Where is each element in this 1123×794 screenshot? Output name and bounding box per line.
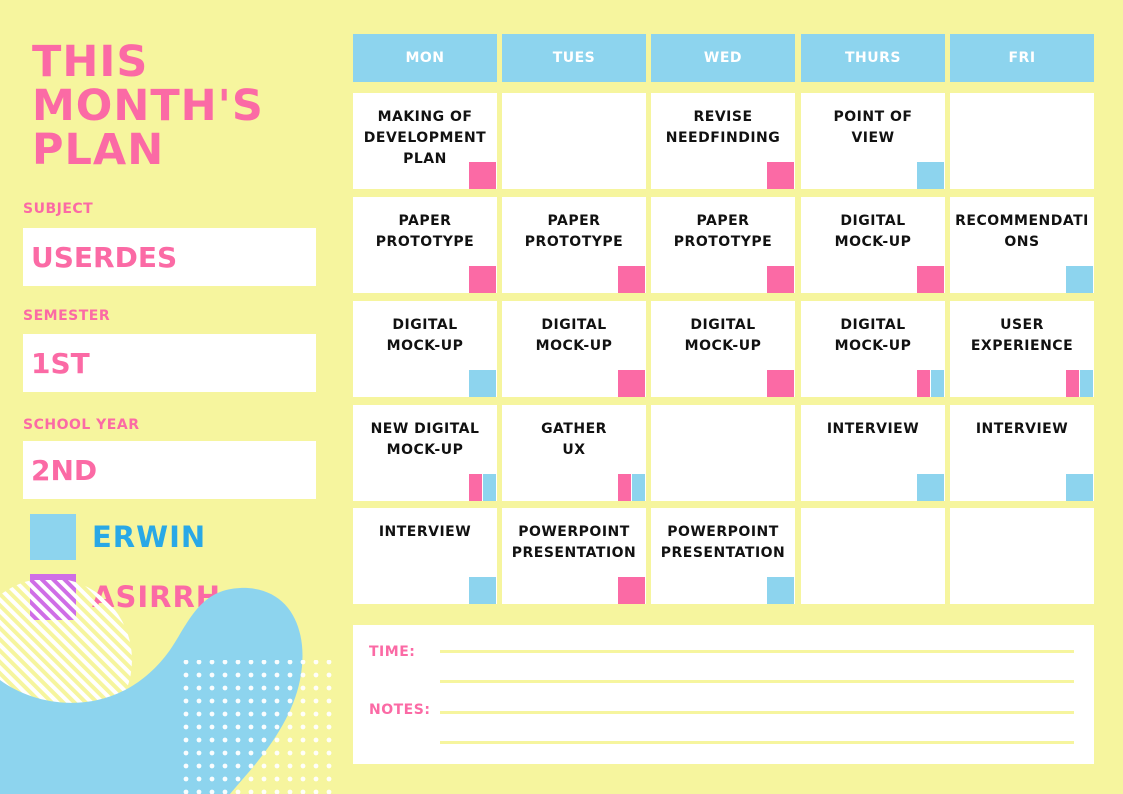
- page-title: THIS MONTH'S PLAN: [32, 37, 264, 175]
- assignee-tag-pink: [1066, 370, 1079, 397]
- day-header-mon: MON: [353, 34, 497, 82]
- cell-task: INTERVIEW: [826, 421, 920, 437]
- assignee-tag-pink: [618, 577, 645, 604]
- calendar-cell[interactable]: PAPER PROTOTYPE: [502, 197, 646, 293]
- cell-task: DIGITAL MOCK-UP: [834, 213, 912, 250]
- calendar-cell[interactable]: DIGITAL MOCK-UP: [502, 301, 646, 397]
- assignee-tag-pink: [917, 370, 930, 397]
- cell-task: PAPER PROTOTYPE: [375, 213, 475, 250]
- semester-field[interactable]: 1ST: [23, 334, 316, 392]
- assignee-tag-blue: [469, 577, 496, 604]
- day-header-tues: TUES: [502, 34, 646, 82]
- cell-task: POWERPOINT PRESENTATION: [660, 524, 786, 561]
- cell-task: NEW DIGITAL MOCK-UP: [370, 421, 480, 458]
- calendar-cell[interactable]: [950, 508, 1094, 604]
- school-year-label: SCHOOL YEAR: [23, 417, 140, 433]
- calendar-cell[interactable]: MAKING OF DEVELOPMENT PLAN: [353, 93, 497, 189]
- assignee-tag-pink: [618, 266, 645, 293]
- calendar-cell[interactable]: [801, 508, 945, 604]
- cell-task: DIGITAL MOCK-UP: [684, 317, 762, 354]
- calendar-cell[interactable]: DIGITAL MOCK-UP: [801, 197, 945, 293]
- assignee-tag-blue: [632, 474, 645, 501]
- subject-field[interactable]: USERDES: [23, 228, 316, 286]
- semester-label: SEMESTER: [23, 308, 111, 324]
- calendar-cell[interactable]: GATHER UX: [502, 405, 646, 501]
- assignee-tag-blue: [1066, 474, 1093, 501]
- cell-task: POWERPOINT PRESENTATION: [511, 524, 637, 561]
- cell-task: MAKING OF DEVELOPMENT PLAN: [363, 109, 487, 167]
- assignee-tag-blue: [469, 370, 496, 397]
- calendar-cell[interactable]: INTERVIEW: [353, 508, 497, 604]
- decorative-shapes: [0, 580, 338, 794]
- legend-item-erwin: ERWIN: [30, 514, 206, 560]
- day-header-wed: WED: [651, 34, 795, 82]
- calendar-cell[interactable]: INTERVIEW: [801, 405, 945, 501]
- assignee-tag-pink: [767, 266, 794, 293]
- assignee-tag-blue: [917, 474, 944, 501]
- time-line[interactable]: [440, 650, 1074, 653]
- notes-line-2[interactable]: [440, 741, 1074, 744]
- cell-task: RECOMMENDATI ONS: [955, 213, 1089, 250]
- calendar-cell[interactable]: USER EXPERIENCE: [950, 301, 1094, 397]
- legend-name: ERWIN: [92, 520, 207, 554]
- calendar-cell[interactable]: PAPER PROTOTYPE: [353, 197, 497, 293]
- cell-task: DIGITAL MOCK-UP: [386, 317, 464, 354]
- cell-task: INTERVIEW: [378, 524, 472, 540]
- time-label: TIME:: [369, 644, 416, 660]
- calendar-cell[interactable]: [502, 93, 646, 189]
- cell-task: DIGITAL MOCK-UP: [535, 317, 613, 354]
- cell-task: INTERVIEW: [975, 421, 1069, 437]
- calendar-cell[interactable]: POWERPOINT PRESENTATION: [502, 508, 646, 604]
- subject-label: SUBJECT: [23, 201, 94, 217]
- notes-panel: TIME: NOTES:: [353, 625, 1094, 764]
- day-header-fri: FRI: [950, 34, 1094, 82]
- assignee-tag-pink: [469, 162, 496, 189]
- assignee-tag-blue: [917, 162, 944, 189]
- assignee-tag-blue: [1080, 370, 1093, 397]
- calendar-cell[interactable]: [651, 405, 795, 501]
- assignee-tag-pink: [469, 474, 482, 501]
- notes-line[interactable]: [440, 711, 1074, 714]
- assignee-tag-pink: [618, 370, 645, 397]
- assignee-tag-pink: [767, 370, 794, 397]
- calendar-cell[interactable]: POINT OF VIEW: [801, 93, 945, 189]
- calendar-cell[interactable]: DIGITAL MOCK-UP: [353, 301, 497, 397]
- calendar-cell[interactable]: POWERPOINT PRESENTATION: [651, 508, 795, 604]
- calendar-cell[interactable]: DIGITAL MOCK-UP: [801, 301, 945, 397]
- calendar-cell[interactable]: NEW DIGITAL MOCK-UP: [353, 405, 497, 501]
- assignee-tag-pink: [767, 162, 794, 189]
- calendar-cell[interactable]: [950, 93, 1094, 189]
- cell-task: GATHER UX: [541, 421, 607, 458]
- day-header-thurs: THURS: [801, 34, 945, 82]
- assignee-tag-blue: [931, 370, 944, 397]
- school-year-field[interactable]: 2ND: [23, 441, 316, 499]
- assignee-tag-blue: [767, 577, 794, 604]
- assignee-tag-blue: [483, 474, 496, 501]
- calendar-cell[interactable]: INTERVIEW: [950, 405, 1094, 501]
- cell-task: POINT OF VIEW: [833, 109, 913, 146]
- calendar-cell[interactable]: REVISE NEEDFINDING: [651, 93, 795, 189]
- assignee-tag-pink: [618, 474, 631, 501]
- assignee-tag-pink: [469, 266, 496, 293]
- calendar-cell[interactable]: PAPER PROTOTYPE: [651, 197, 795, 293]
- cell-task: REVISE NEEDFINDING: [665, 109, 781, 146]
- calendar-cell[interactable]: DIGITAL MOCK-UP: [651, 301, 795, 397]
- notes-label: NOTES:: [369, 702, 431, 718]
- cell-task: PAPER PROTOTYPE: [673, 213, 773, 250]
- cell-task: USER EXPERIENCE: [970, 317, 1074, 354]
- cell-task: DIGITAL MOCK-UP: [834, 317, 912, 354]
- assignee-tag-pink: [917, 266, 944, 293]
- calendar-cell[interactable]: RECOMMENDATI ONS: [950, 197, 1094, 293]
- assignee-tag-blue: [1066, 266, 1093, 293]
- legend-swatch-erwin: [30, 514, 76, 560]
- cell-task: PAPER PROTOTYPE: [524, 213, 624, 250]
- time-line-2[interactable]: [440, 680, 1074, 683]
